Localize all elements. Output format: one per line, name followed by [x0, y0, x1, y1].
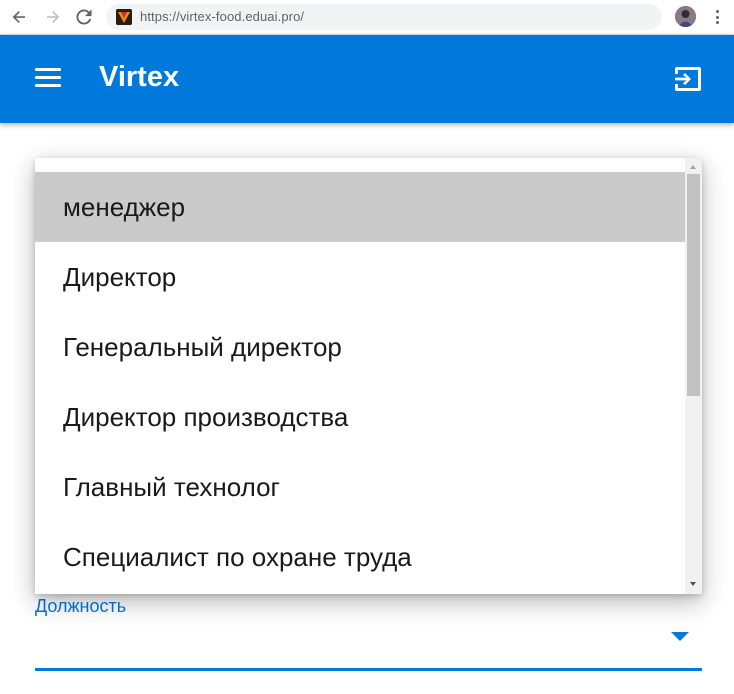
dropdown-options: менеджер Директор Генеральный директор Д…: [35, 172, 685, 592]
dropdown-option[interactable]: Главный технолог: [35, 452, 685, 522]
dropdown-arrow-icon[interactable]: [671, 632, 689, 641]
reload-icon[interactable]: [73, 6, 95, 28]
forward-arrow-icon[interactable]: [42, 6, 64, 28]
site-favicon-icon: [116, 9, 132, 25]
browser-menu-icon[interactable]: [710, 7, 724, 27]
back-arrow-icon[interactable]: [8, 6, 30, 28]
app-header: Virtex: [0, 35, 734, 123]
dropdown-option[interactable]: Генеральный директор: [35, 312, 685, 382]
address-bar[interactable]: https://virtex-food.eduai.pro/: [106, 4, 662, 30]
profile-avatar-icon[interactable]: [675, 6, 696, 27]
dropdown-scrollbar[interactable]: [685, 158, 702, 594]
position-dropdown-list: менеджер Директор Генеральный директор Д…: [35, 158, 702, 594]
position-field-label: Должность: [35, 596, 127, 616]
logout-icon[interactable]: [673, 65, 703, 93]
browser-toolbar: https://virtex-food.eduai.pro/: [0, 0, 734, 35]
position-select-field[interactable]: Должность: [35, 590, 702, 672]
url-text: https://virtex-food.eduai.pro/: [140, 9, 305, 24]
scroll-down-icon[interactable]: [690, 582, 696, 586]
dropdown-option[interactable]: Директор: [35, 242, 685, 312]
dropdown-option[interactable]: Директор производства: [35, 382, 685, 452]
dropdown-option[interactable]: менеджер: [35, 172, 685, 242]
hamburger-menu-icon[interactable]: [34, 67, 62, 89]
scrollbar-thumb[interactable]: [687, 174, 700, 396]
field-underline: [35, 668, 702, 671]
scroll-up-icon[interactable]: [690, 165, 696, 169]
app-title: Virtex: [99, 61, 180, 93]
dropdown-option[interactable]: Специалист по охране труда: [35, 522, 685, 592]
